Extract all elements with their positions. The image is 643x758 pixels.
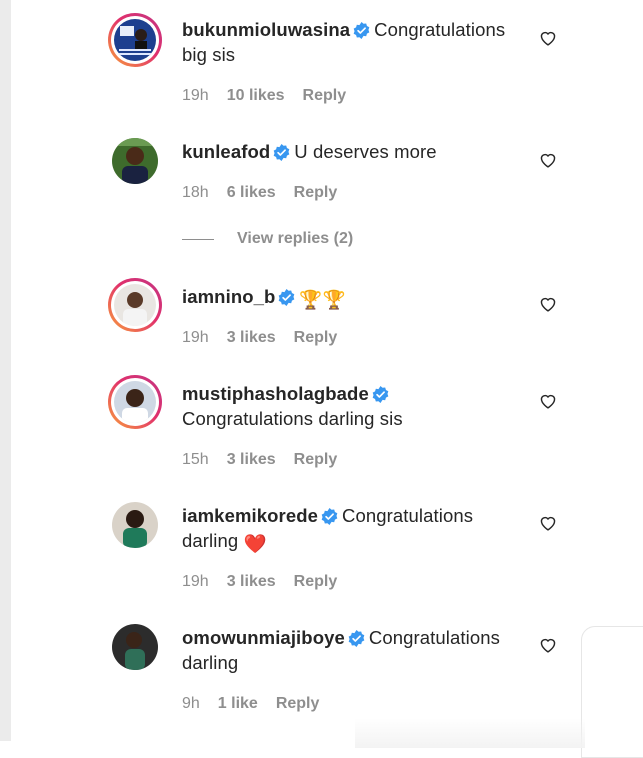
comment-meta: 19h 10 likes Reply	[182, 87, 364, 105]
verified-badge-icon	[348, 630, 365, 647]
profile-photo-icon	[112, 624, 158, 670]
likes-count-button[interactable]: 3 likes	[227, 451, 276, 468]
comment-body: Congratulations darling sis	[182, 408, 403, 429]
verified-badge-icon	[321, 508, 338, 525]
comment-text: kunleafod U deserves more	[182, 139, 527, 164]
heart-icon[interactable]	[539, 515, 557, 531]
comment-time: 19h	[182, 329, 209, 346]
comment-username[interactable]: iamkemikorede	[182, 505, 318, 526]
heart-icon[interactable]	[539, 393, 557, 409]
reply-button[interactable]: Reply	[294, 573, 338, 590]
comment-time: 19h	[182, 573, 209, 590]
comment-meta: 19h 3 likes Reply	[182, 573, 355, 591]
comment-text: iamkemikorede Congratulations darling ❤️	[182, 503, 527, 556]
comment-text: mustiphasholagbade Congratulations darli…	[182, 381, 527, 431]
profile-photo-icon	[114, 19, 156, 61]
likes-count-button[interactable]: 10 likes	[227, 87, 285, 104]
trophy-emoji-icon: 🏆🏆	[299, 289, 346, 310]
reply-button[interactable]: Reply	[294, 329, 338, 346]
comment-username[interactable]: kunleafod	[182, 141, 270, 162]
avatar[interactable]	[108, 375, 162, 429]
comment-body: Congratulations	[374, 19, 506, 40]
likes-count-button[interactable]: 3 likes	[227, 329, 276, 346]
comment-username[interactable]: iamnino_b	[182, 286, 275, 307]
comment-meta: 9h 1 like Reply	[182, 695, 337, 713]
comment-text: omowunmiajiboye Congratulations darling	[182, 625, 527, 675]
view-replies-label: View replies (2)	[237, 230, 354, 247]
comments-list: bukunmioluwasina Congratulations big sis …	[0, 0, 643, 741]
reply-button[interactable]: Reply	[276, 695, 320, 712]
overlay-card	[581, 626, 643, 758]
profile-photo-icon	[114, 284, 156, 326]
avatar[interactable]	[112, 138, 158, 184]
comment-username[interactable]: omowunmiajiboye	[182, 627, 345, 648]
comment-meta: 19h 3 likes Reply	[182, 329, 355, 347]
comment-username[interactable]: mustiphasholagbade	[182, 383, 369, 404]
replies-divider	[182, 238, 214, 240]
likes-count-button[interactable]: 3 likes	[227, 573, 276, 590]
avatar[interactable]	[112, 502, 158, 548]
comment-time: 9h	[182, 695, 200, 712]
heart-icon[interactable]	[539, 30, 557, 46]
comment-time: 19h	[182, 87, 209, 104]
likes-count-button[interactable]: 6 likes	[227, 184, 276, 201]
heart-icon[interactable]	[539, 296, 557, 312]
comment-body-line2: big sis	[182, 44, 236, 65]
reply-button[interactable]: Reply	[303, 87, 347, 104]
verified-badge-icon	[279, 289, 295, 306]
comment-username[interactable]: bukunmioluwasina	[182, 19, 350, 40]
profile-photo-icon	[114, 381, 156, 423]
comment-body-line2: darling	[182, 652, 239, 673]
reply-button[interactable]: Reply	[294, 184, 338, 201]
profile-photo-icon	[112, 502, 158, 548]
comment-body: U deserves more	[294, 141, 437, 162]
avatar[interactable]	[108, 13, 162, 67]
comment-body: Congratulations	[368, 627, 500, 648]
bottom-fade	[355, 718, 585, 748]
comment-meta: 15h 3 likes Reply	[182, 451, 355, 469]
heart-icon[interactable]	[539, 152, 557, 168]
comment-text: iamnino_b 🏆🏆	[182, 284, 527, 312]
verified-badge-icon	[353, 22, 370, 39]
verified-badge-icon	[273, 144, 290, 161]
avatar[interactable]	[108, 278, 162, 332]
avatar[interactable]	[112, 624, 158, 670]
comment-text: bukunmioluwasina Congratulations big sis	[182, 17, 527, 67]
comment-body-line2: darling	[182, 530, 239, 551]
heart-icon[interactable]	[539, 637, 557, 653]
view-replies-button[interactable]: View replies (2)	[182, 230, 353, 248]
profile-photo-icon	[112, 138, 158, 184]
comment-meta: 18h 6 likes Reply	[182, 184, 355, 202]
verified-badge-icon	[372, 386, 389, 403]
likes-count-button[interactable]: 1 like	[218, 695, 258, 712]
comment-time: 15h	[182, 451, 209, 468]
comment-time: 18h	[182, 184, 209, 201]
comment-body: Congratulations	[342, 505, 474, 526]
reply-button[interactable]: Reply	[294, 451, 338, 468]
red-heart-emoji-icon: ❤️	[243, 533, 267, 554]
